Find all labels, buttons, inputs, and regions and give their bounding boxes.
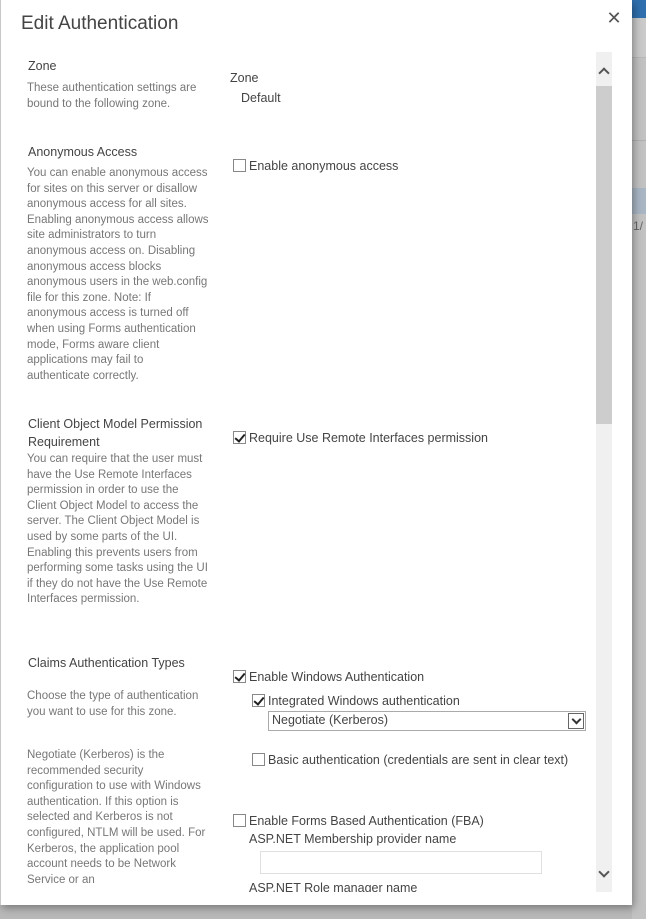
claims-section-description-1: Choose the type of authentication you wa…: [27, 690, 199, 718]
anonymous-section-title: Anonymous Access: [28, 145, 138, 159]
integrated-windows-auth-label[interactable]: Integrated Windows authentication: [268, 694, 460, 708]
claims-section-title: Claims Authentication Types: [28, 656, 185, 670]
client-object-model-section-title: Client Object Model Permission Requireme…: [28, 417, 203, 449]
client-object-model-section-description: You can require that the user must have …: [27, 453, 208, 606]
claims-section-description-2: Negotiate (Kerberos) is the recommended …: [27, 749, 206, 886]
require-remote-interfaces-label[interactable]: Require Use Remote Interfaces permission: [249, 431, 488, 445]
close-button[interactable]: ✕: [605, 8, 623, 28]
enable-anonymous-access-label[interactable]: Enable anonymous access: [249, 159, 398, 173]
scroll-thumb[interactable]: [596, 86, 612, 424]
scroll-down-button[interactable]: [596, 858, 612, 892]
enable-fba-label[interactable]: Enable Forms Based Authentication (FBA): [249, 814, 484, 828]
background-row: [632, 18, 646, 58]
integrated-auth-type-value: Negotiate (Kerberos): [272, 713, 389, 727]
zone-section-description: These authentication settings are bound …: [27, 82, 197, 110]
enable-anonymous-access-checkbox[interactable]: [233, 159, 246, 172]
background-divider: [632, 140, 646, 141]
basic-auth-label[interactable]: Basic authentication (credentials are se…: [268, 753, 568, 767]
enable-fba-checkbox[interactable]: [233, 814, 246, 827]
background-page-number: 1/: [633, 219, 644, 233]
chevron-down-icon[interactable]: [568, 713, 584, 729]
background-topbar: [632, 0, 646, 18]
zone-field-label: Zone: [230, 71, 259, 85]
membership-provider-input[interactable]: [260, 851, 542, 874]
content-scrollbar[interactable]: [596, 52, 612, 892]
require-remote-interfaces-checkbox[interactable]: [233, 431, 246, 444]
dialog-content: Zone These authentication settings are b…: [1, 0, 597, 892]
basic-auth-checkbox[interactable]: [252, 753, 265, 766]
integrated-auth-type-select[interactable]: Negotiate (Kerberos): [268, 711, 586, 731]
anonymous-section-description: You can enable anonymous access for site…: [27, 167, 209, 382]
enable-windows-auth-checkbox[interactable]: [233, 670, 246, 683]
zone-field-value: Default: [241, 91, 281, 105]
integrated-windows-auth-checkbox[interactable]: [252, 694, 265, 707]
zone-section-title: Zone: [28, 59, 57, 73]
close-icon: ✕: [606, 8, 622, 28]
role-manager-label: ASP.NET Role manager name: [249, 881, 418, 892]
membership-provider-label: ASP.NET Membership provider name: [249, 832, 457, 846]
scroll-up-button[interactable]: [596, 52, 612, 86]
background-page: 1/: [632, 0, 646, 919]
background-header-row: [632, 188, 646, 214]
edit-authentication-dialog: Edit Authentication ✕ Zone These authent…: [0, 0, 632, 905]
enable-windows-auth-label[interactable]: Enable Windows Authentication: [249, 670, 424, 684]
